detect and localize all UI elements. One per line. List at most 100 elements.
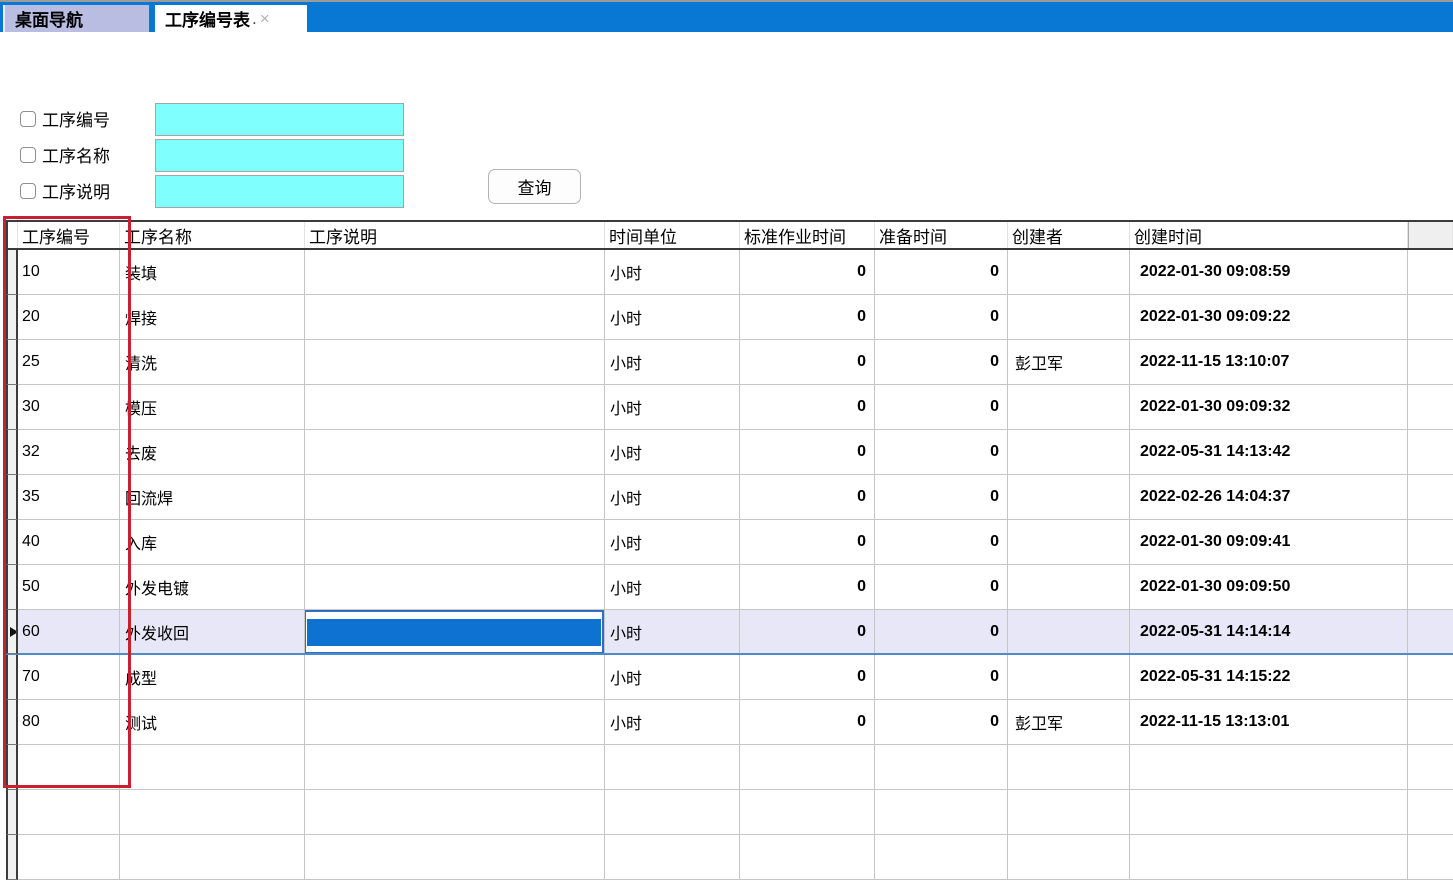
cell-standard-work-time[interactable]: 0 — [740, 340, 875, 384]
cell-process-desc[interactable] — [305, 700, 605, 744]
cell-time-unit[interactable]: 小时 — [605, 655, 740, 699]
table-row[interactable]: 40 入库 小时 0 0 2022-01-30 09:09:41 — [6, 520, 1453, 565]
cell-created-time[interactable] — [1130, 790, 1408, 834]
cell-time-unit[interactable]: 小时 — [605, 565, 740, 609]
cell-time-unit[interactable]: 小时 — [605, 610, 740, 653]
cell-creator[interactable] — [1008, 610, 1130, 653]
cell-process-name[interactable] — [120, 790, 305, 834]
row-selector-cell[interactable] — [6, 790, 18, 835]
row-selector-cell[interactable] — [6, 520, 18, 565]
cell-process-desc[interactable] — [305, 250, 605, 294]
tab-process-code-table[interactable]: 工序编号表 . × — [155, 5, 307, 32]
header-process-code[interactable]: 工序编号 — [18, 222, 120, 248]
cell-standard-work-time[interactable]: 0 — [740, 430, 875, 474]
row-selector-cell[interactable] — [6, 385, 18, 430]
cell-created-time[interactable]: 2022-01-30 09:09:41 — [1130, 520, 1408, 564]
cell-created-time[interactable]: 2022-01-30 09:09:32 — [1130, 385, 1408, 429]
cell-standard-work-time[interactable]: 0 — [740, 520, 875, 564]
cell-process-code[interactable]: 30 — [18, 385, 120, 429]
cell-creator[interactable] — [1008, 520, 1130, 564]
row-selector-cell[interactable] — [6, 835, 18, 880]
cell-created-time[interactable]: 2022-01-30 09:09:50 — [1130, 565, 1408, 609]
process-name-input[interactable] — [155, 139, 404, 172]
cell-created-time[interactable] — [1130, 835, 1408, 879]
table-row-empty[interactable] — [6, 790, 1453, 835]
cell-creator[interactable] — [1008, 790, 1130, 834]
cell-time-unit[interactable]: 小时 — [605, 340, 740, 384]
process-desc-input[interactable] — [155, 175, 404, 208]
table-row[interactable]: 30 模压 小时 0 0 2022-01-30 09:09:32 — [6, 385, 1453, 430]
cell-standard-work-time[interactable]: 0 — [740, 655, 875, 699]
cell-creator[interactable] — [1008, 430, 1130, 474]
header-created-time[interactable]: 创建时间 — [1130, 222, 1408, 248]
cell-process-desc[interactable] — [305, 790, 605, 834]
query-button[interactable]: 查询 — [488, 169, 581, 204]
cell-process-name[interactable]: 焊接 — [120, 295, 305, 339]
cell-process-desc[interactable] — [305, 655, 605, 699]
cell-time-unit[interactable]: 小时 — [605, 520, 740, 564]
cell-process-name[interactable]: 外发收回 — [120, 610, 305, 653]
cell-creator[interactable] — [1008, 385, 1130, 429]
cell-process-name[interactable]: 回流焊 — [120, 475, 305, 519]
row-selector-cell[interactable] — [6, 475, 18, 520]
cell-standard-work-time[interactable]: 0 — [740, 565, 875, 609]
cell-time-unit[interactable]: 小时 — [605, 475, 740, 519]
cell-process-code[interactable]: 80 — [18, 700, 120, 744]
cell-process-desc[interactable] — [305, 430, 605, 474]
cell-prep-time[interactable]: 0 — [875, 700, 1008, 744]
cell-standard-work-time[interactable]: 0 — [740, 295, 875, 339]
cell-process-name[interactable]: 外发电镀 — [120, 565, 305, 609]
header-standard-work-time[interactable]: 标准作业时间 — [740, 222, 875, 248]
tab-close-icon[interactable]: × — [260, 9, 270, 29]
cell-process-name[interactable]: 成型 — [120, 655, 305, 699]
table-row[interactable]: 80 测试 小时 0 0 彭卫军 2022-11-15 13:13:01 — [6, 700, 1453, 745]
cell-creator[interactable]: 彭卫军 — [1008, 340, 1130, 384]
cell-process-name[interactable] — [120, 745, 305, 789]
tab-desktop-navigation[interactable]: 桌面导航 — [3, 5, 149, 32]
row-selector-cell[interactable] — [6, 340, 18, 385]
cell-prep-time[interactable]: 0 — [875, 340, 1008, 384]
header-time-unit[interactable]: 时间单位 — [605, 222, 740, 248]
cell-process-desc[interactable] — [305, 295, 605, 339]
cell-process-code[interactable]: 25 — [18, 340, 120, 384]
cell-standard-work-time[interactable]: 0 — [740, 475, 875, 519]
cell-created-time[interactable]: 2022-01-30 09:09:22 — [1130, 295, 1408, 339]
cell-standard-work-time[interactable]: 0 — [740, 250, 875, 294]
cell-creator[interactable]: 彭卫军 — [1008, 700, 1130, 744]
cell-created-time[interactable]: 2022-02-26 14:04:37 — [1130, 475, 1408, 519]
cell-prep-time[interactable] — [875, 835, 1008, 879]
table-row[interactable]: 20 焊接 小时 0 0 2022-01-30 09:09:22 — [6, 295, 1453, 340]
cell-process-code[interactable]: 10 — [18, 250, 120, 294]
cell-process-name[interactable]: 测试 — [120, 700, 305, 744]
cell-creator[interactable] — [1008, 565, 1130, 609]
cell-created-time[interactable] — [1130, 745, 1408, 789]
cell-created-time[interactable]: 2022-11-15 13:10:07 — [1130, 340, 1408, 384]
cell-process-desc[interactable] — [305, 565, 605, 609]
cell-process-code[interactable] — [18, 790, 120, 834]
cell-process-code[interactable]: 60 — [18, 610, 120, 653]
cell-process-name[interactable]: 入库 — [120, 520, 305, 564]
cell-standard-work-time[interactable] — [740, 745, 875, 789]
table-row[interactable]: 70 成型 小时 0 0 2022-05-31 14:15:22 — [6, 655, 1453, 700]
row-selector-cell[interactable] — [6, 565, 18, 610]
cell-time-unit[interactable]: 小时 — [605, 430, 740, 474]
header-process-name[interactable]: 工序名称 — [120, 222, 305, 248]
cell-process-desc[interactable] — [305, 520, 605, 564]
cell-process-code[interactable] — [18, 835, 120, 879]
cell-text-editor[interactable] — [305, 610, 604, 653]
cell-prep-time[interactable]: 0 — [875, 430, 1008, 474]
cell-time-unit[interactable]: 小时 — [605, 700, 740, 744]
cell-prep-time[interactable]: 0 — [875, 475, 1008, 519]
cell-process-code[interactable]: 35 — [18, 475, 120, 519]
cell-time-unit[interactable]: 小时 — [605, 250, 740, 294]
row-selector-cell[interactable] — [6, 295, 18, 340]
row-selector-cell[interactable] — [6, 430, 18, 475]
table-row-empty[interactable] — [6, 835, 1453, 880]
cell-standard-work-time[interactable] — [740, 790, 875, 834]
cell-time-unit[interactable] — [605, 790, 740, 834]
cell-creator[interactable] — [1008, 655, 1130, 699]
cell-prep-time[interactable] — [875, 790, 1008, 834]
table-row[interactable]: 32 去废 小时 0 0 2022-05-31 14:13:42 — [6, 430, 1453, 475]
process-desc-checkbox[interactable] — [20, 183, 36, 199]
cell-time-unit[interactable] — [605, 745, 740, 789]
